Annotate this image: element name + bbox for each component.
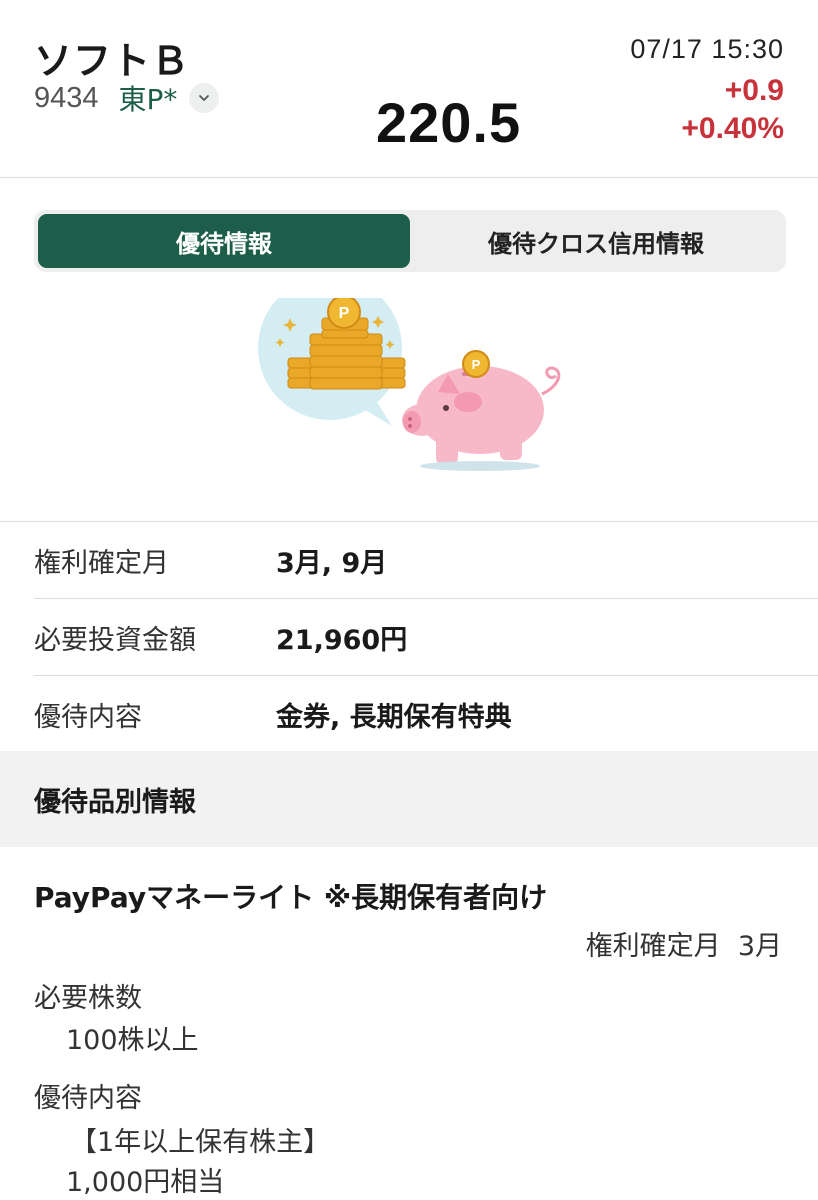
stock-benefit-page: ソフトＢ 9434 東P* 220.5 07/17 15:30 +0.9 +0.…	[0, 0, 818, 1200]
tab-benefit-cross-credit[interactable]: 優待クロス信用情報	[410, 214, 782, 268]
info-value: 21,960円	[276, 624, 408, 656]
svg-text:P: P	[339, 305, 350, 322]
piggy-bank-illustration: P P	[258, 298, 561, 471]
tab-benefit-info[interactable]: 優待情報	[38, 214, 410, 268]
stock-header: ソフトＢ 9434 東P* 220.5 07/17 15:30 +0.9 +0.…	[0, 0, 818, 178]
section-header: 優待品別情報	[0, 751, 818, 847]
benefit-item-record-month: 権利確定月 3月	[585, 931, 782, 962]
info-row-benefit-content: 優待内容 金券, 長期保有特典	[34, 676, 818, 753]
stock-code: 9434	[34, 81, 99, 114]
benefit-condition: 【1年以上保有株主】	[70, 1127, 331, 1158]
benefit-item-title: PayPayマネーライト ※長期保有者向け	[34, 881, 548, 914]
section-title: 優待品別情報	[34, 786, 196, 818]
stock-code-row: 9434 東P*	[34, 78, 220, 118]
svg-text:P: P	[472, 357, 481, 372]
market-selector[interactable]: 東P*	[119, 78, 178, 118]
benefit-value: 1,000円相当	[66, 1167, 225, 1198]
benefit-content-label: 優待内容	[34, 1083, 142, 1114]
stock-name: ソフトＢ	[34, 39, 191, 83]
price-datetime: 07/17 15:30	[630, 34, 784, 64]
price-change: +0.9	[724, 74, 784, 107]
info-row-record-month: 権利確定月 3月, 9月	[34, 522, 818, 599]
chevron-down-icon[interactable]	[189, 83, 220, 113]
info-row-required-investment: 必要投資金額 21,960円	[34, 599, 818, 676]
benefit-summary-table: 権利確定月 3月, 9月 必要投資金額 21,960円 優待内容 金券, 長期保…	[0, 521, 818, 753]
info-label: 権利確定月	[34, 547, 169, 579]
info-label: 優待内容	[34, 702, 142, 733]
price-change-percent: +0.40%	[681, 112, 784, 145]
required-shares-value: 100株以上	[66, 1025, 199, 1056]
current-price: 220.5	[376, 91, 522, 154]
tab-segment: 優待情報 優待クロス信用情報	[34, 210, 786, 272]
info-value: 3月, 9月	[276, 547, 388, 579]
info-label: 必要投資金額	[34, 624, 196, 656]
info-value: 金券, 長期保有特典	[276, 702, 512, 733]
required-shares-label: 必要株数	[34, 983, 142, 1014]
